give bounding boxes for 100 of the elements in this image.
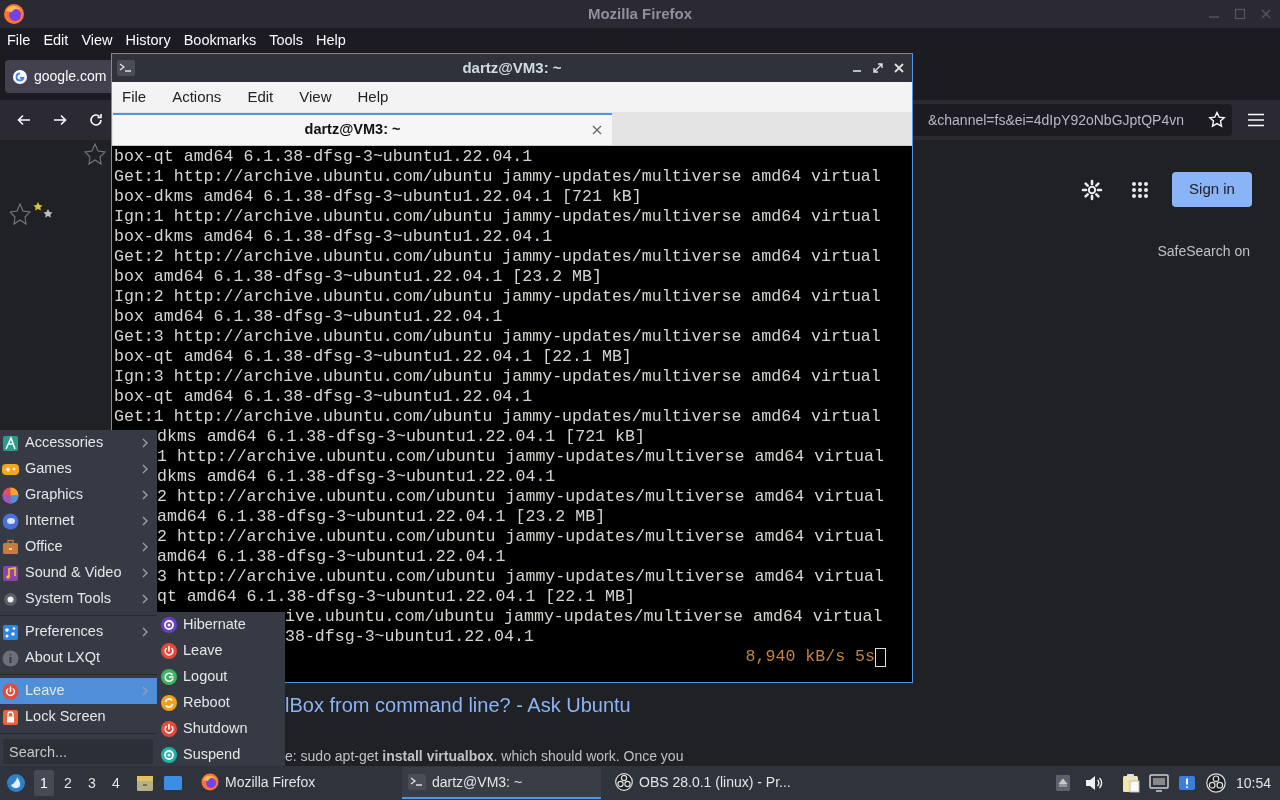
menu-item[interactable]: Preferences: [0, 619, 157, 645]
menu-item[interactable]: Help: [316, 29, 346, 52]
music-note-icon: [2, 564, 19, 582]
dots-icon: [2, 623, 19, 641]
menu-item[interactable]: Lock Screen: [0, 704, 157, 730]
menu-item[interactable]: View: [81, 29, 113, 52]
taskbar-button[interactable]: dartz@VM3: ~: [402, 767, 601, 799]
obs-logo-icon[interactable]: [1205, 773, 1226, 793]
close-icon[interactable]: [592, 125, 602, 135]
menu-item[interactable]: Help: [357, 85, 389, 109]
menu-item[interactable]: Accessories: [0, 430, 157, 456]
power-icon: [161, 643, 177, 659]
desktop-switch[interactable]: 3: [82, 770, 102, 796]
forward-icon[interactable]: [52, 112, 68, 128]
menu-item[interactable]: History: [125, 29, 171, 52]
refresh-icon: [161, 695, 177, 711]
terminal-line: 1 http://archive.ubuntu.com/ubuntu jammy-updates/multiverse amd64 virtual: [157, 447, 884, 466]
terminal-line: Get:1 http://archive.ubuntu.com/ubuntu jammy-updates/multiverse amd64 virtual: [114, 407, 881, 426]
apps-grid-icon[interactable]: [1131, 180, 1149, 199]
terminal-line: Get:3 http://archive.ubuntu.com/ubuntu jammy-updates/multiverse amd64 virtual: [114, 327, 881, 346]
ring-icon: [161, 747, 177, 763]
terminal-line: Ign:1 http://archive.ubuntu.com/ubuntu jammy-updates/multiverse amd64 virtual: [114, 207, 881, 226]
menu-item[interactable]: Sound & Video: [0, 560, 157, 586]
terminal-line: box-qt amd64 6.1.38-dfsg-3~ubuntu1.22.04.1: [114, 387, 533, 406]
update-notifier-icon[interactable]: [1177, 774, 1196, 792]
terminal-line: 3 http://archive.ubuntu.com/ubuntu jammy-updates/multiverse amd64 virtual: [157, 567, 884, 586]
search-field[interactable]: Search...: [3, 739, 153, 764]
terminal-line: amd64 6.1.38-dfsg-3~ubuntu1.22.04.1: [157, 547, 506, 566]
clipboard-icon[interactable]: [1121, 773, 1140, 793]
terminal-line: box-qt amd64 6.1.38-dfsg-3~ubuntu1.22.04.1: [114, 147, 533, 166]
terminal-line: dkms amd64 6.1.38-dfsg-3~ubuntu1.22.04.1: [157, 467, 556, 486]
menu-item[interactable]: Graphics: [0, 482, 157, 508]
menu-item[interactable]: Shutdown: [157, 716, 285, 742]
terminal-line: Ign:2 http://archive.ubuntu.com/ubuntu jammy-updates/multiverse amd64 virtual: [114, 287, 881, 306]
terminal-icon: [117, 60, 135, 76]
menu-item[interactable]: Leave: [157, 638, 285, 664]
menu-item[interactable]: Logout: [157, 664, 285, 690]
taskbar-button[interactable]: OBS 28.0.1 (linux) - Pr...: [609, 767, 808, 799]
menu-item[interactable]: Games: [0, 456, 157, 482]
terminal-line: dkms amd64 6.1.38-dfsg-3~ubuntu1.22.04.1 [721 kB]: [157, 427, 645, 446]
menu-item[interactable]: Edit: [247, 85, 274, 109]
desktop-icon[interactable]: [163, 774, 183, 792]
text-cursor: [875, 647, 886, 667]
reload-icon[interactable]: [88, 112, 104, 128]
file-cabinet-icon[interactable]: [136, 774, 154, 792]
terminal-tab[interactable]: dartz@VM3: ~: [113, 113, 612, 145]
desktop-switch[interactable]: 1: [34, 770, 54, 796]
menu-item[interactable]: System Tools: [0, 586, 157, 612]
desktop-switch[interactable]: 2: [58, 770, 78, 796]
back-icon[interactable]: [16, 112, 32, 128]
terminal-line: 2 http://archive.ubuntu.com/ubuntu jammy-updates/multiverse amd64 virtual: [157, 527, 884, 546]
menu-icon[interactable]: [1247, 113, 1265, 127]
power-icon: [2, 682, 19, 700]
terminal-line: box amd64 6.1.38-dfsg-3~ubuntu1.22.04.1: [114, 307, 503, 326]
menu-item[interactable]: Actions: [172, 85, 222, 109]
menu-item[interactable]: About LXQt: [0, 645, 157, 671]
terminal-line: box-qt amd64 6.1.38-dfsg-3~ubuntu1.22.04.1 [22.1 MB]: [114, 347, 632, 366]
menu-item[interactable]: Office: [0, 534, 157, 560]
terminal-line: ive.ubuntu.com/ubuntu jammy-updates/multiverse amd64 virtual: [285, 607, 883, 626]
menu-item[interactable]: Suspend: [157, 742, 285, 768]
color-wheel-icon: [2, 486, 19, 504]
terminal-line: box-dkms amd64 6.1.38-dfsg-3~ubuntu1.22.04.1: [114, 227, 553, 246]
terminal-line: box amd64 6.1.38-dfsg-3~ubuntu1.22.04.1 [23.2 MB]: [114, 267, 602, 286]
terminal-icon: [408, 773, 426, 791]
menu-item[interactable]: Bookmarks: [183, 29, 257, 52]
menu-item[interactable]: File: [122, 85, 147, 109]
bookmark-star-icon[interactable]: [1208, 111, 1226, 129]
power-icon: [161, 721, 177, 737]
window-title: dartz@VM3: ~: [461, 57, 563, 78]
eject-icon[interactable]: [1055, 775, 1070, 791]
desktop-switch[interactable]: 4: [106, 770, 126, 796]
lock-icon: [2, 708, 19, 726]
url-field[interactable]: &channel=fs&ei=4dIpY92oNbGJptQP4vn: [911, 104, 1232, 136]
result-link[interactable]: lBox from command line? - Ask Ubuntu: [285, 694, 631, 716]
menu-item[interactable]: Internet: [0, 508, 157, 534]
menu-item[interactable]: Hibernate: [157, 612, 285, 638]
terminal-line: Get:1 http://archive.ubuntu.com/ubuntu jammy-updates/multiverse amd64 virtual: [114, 167, 881, 186]
terminal-line: 38-dfsg-3~ubuntu1.22.04.1: [285, 627, 534, 646]
result-snippet: e: sudo apt-get install virtualbox. which should work. Once you: [285, 748, 684, 764]
firefox-logo-icon: [3, 3, 25, 25]
menu-item[interactable]: Tools: [269, 29, 304, 52]
menu-item[interactable]: Edit: [43, 29, 69, 52]
terminal-line: Get:2 http://archive.ubuntu.com/ubuntu jammy-updates/multiverse amd64 virtual: [114, 247, 881, 266]
browser-tab[interactable]: google.com: [5, 60, 111, 93]
clock[interactable]: 10:54: [1235, 772, 1271, 794]
download-status: 8,940 kB/s 5s: [745, 647, 875, 667]
sign-in-button[interactable]: Sign in: [1172, 172, 1252, 207]
volume-icon[interactable]: [1084, 775, 1103, 791]
safesearch-label[interactable]: SafeSearch on: [1157, 241, 1250, 262]
taskbar-button[interactable]: Mozilla Firefox: [195, 767, 394, 799]
ring-icon: [161, 617, 177, 633]
terminal-line: amd64 6.1.38-dfsg-3~ubuntu1.22.04.1 [23.2 MB]: [157, 507, 606, 526]
menu-item[interactable]: Reboot: [157, 690, 285, 716]
terminal-line: 2 http://archive.ubuntu.com/ubuntu jammy-updates/multiverse amd64 virtual: [157, 487, 884, 506]
firefox-logo-icon: [201, 773, 219, 791]
menu-item[interactable]: File: [7, 29, 31, 52]
network-monitor-icon[interactable]: [1148, 774, 1169, 792]
briefcase-icon: [2, 538, 19, 556]
terminal-line: Ign:3 http://archive.ubuntu.com/ubuntu jammy-updates/multiverse amd64 virtual: [114, 367, 881, 386]
menu-item[interactable]: View: [299, 85, 332, 109]
